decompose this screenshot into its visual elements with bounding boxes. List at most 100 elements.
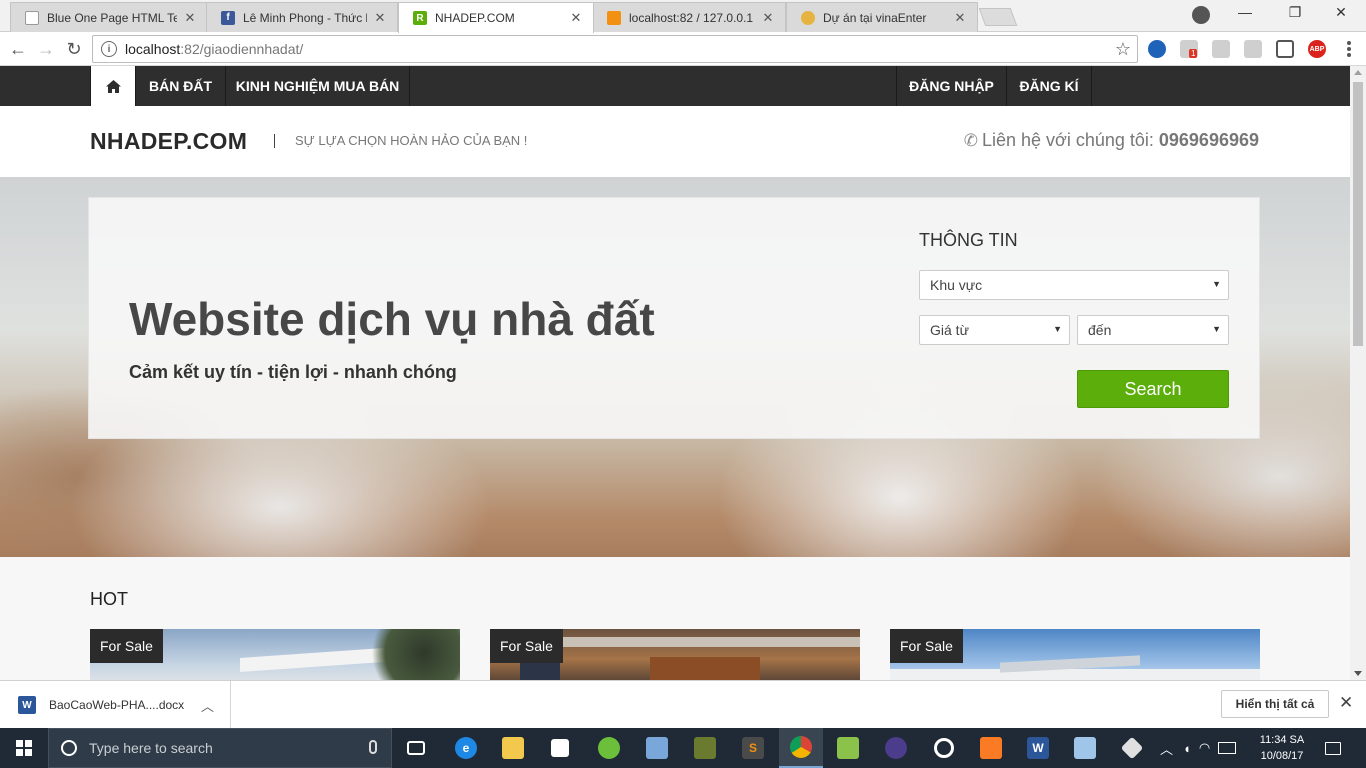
taskbar-search-box[interactable]: Type here to search xyxy=(48,728,392,768)
minimize-button[interactable]: — xyxy=(1222,4,1268,20)
nav-item-login[interactable]: ĐĂNG NHẬP xyxy=(896,66,1007,106)
task-view-icon[interactable] xyxy=(394,728,438,768)
nav-item-register[interactable]: ĐĂNG KÍ xyxy=(1007,66,1092,106)
pdf-extension-icon[interactable] xyxy=(1244,40,1262,58)
taskbar-search-placeholder: Type here to search xyxy=(89,740,213,756)
page-scrollbar[interactable] xyxy=(1350,66,1366,680)
tab-title: NHADEP.COM xyxy=(435,11,515,25)
chevron-up-icon[interactable]: ︿ xyxy=(201,696,214,715)
browser-tab[interactable]: f Lê Minh Phong - Thức kh ✕ xyxy=(206,2,398,32)
property-card[interactable]: For Sale xyxy=(490,629,860,680)
phone-icon: ✆ xyxy=(963,130,978,150)
nav-home[interactable] xyxy=(90,66,136,106)
tab-title: localhost:82 / 127.0.0.1 / xyxy=(629,10,755,25)
price-from-select[interactable]: Giá từ ▼ xyxy=(919,315,1070,345)
forward-button[interactable]: → xyxy=(34,37,58,61)
download-item[interactable]: W BaoCaoWeb-PHA....docx ︿ xyxy=(0,681,231,729)
browser-tab-strip: Blue One Page HTML Ten ✕ f Lê Minh Phong… xyxy=(0,0,1366,33)
scrollbar-thumb[interactable] xyxy=(1353,82,1363,346)
show-all-downloads-button[interactable]: Hiển thị tất cả xyxy=(1221,690,1329,718)
close-download-shelf-button[interactable]: ✕ xyxy=(1339,693,1353,713)
document-icon xyxy=(25,10,39,25)
puzzle-extension-icon[interactable]: 1 xyxy=(1180,40,1198,58)
home-icon xyxy=(105,79,121,93)
contact-info: ✆ Liên hệ với chúng tôi: 0969696969 xyxy=(964,130,1259,151)
microphone-icon[interactable] xyxy=(369,740,377,754)
windows-taskbar: Type here to search e S W ︿ ◖ ◠ 11:34 SA… xyxy=(0,728,1366,768)
tools-icon[interactable] xyxy=(683,728,727,768)
search-panel-title: THÔNG TIN xyxy=(919,230,1018,250)
browser-tab[interactable]: Blue One Page HTML Ten ✕ xyxy=(10,2,208,32)
adblock-plus-icon[interactable]: ABP xyxy=(1308,40,1326,58)
menu-icon[interactable] xyxy=(1340,40,1358,58)
close-icon[interactable]: ✕ xyxy=(183,10,197,26)
profile-icon[interactable] xyxy=(1192,6,1210,24)
action-center-button[interactable] xyxy=(1318,737,1348,759)
obs-icon[interactable] xyxy=(922,728,966,768)
hot-section-title: HOT xyxy=(90,589,128,609)
start-button[interactable] xyxy=(0,728,48,768)
for-sale-badge: For Sale xyxy=(90,629,163,663)
green-app-icon[interactable] xyxy=(587,728,631,768)
file-explorer-icon[interactable] xyxy=(491,728,535,768)
chevron-up-icon[interactable]: ︿ xyxy=(1160,739,1173,758)
info-icon[interactable]: i xyxy=(101,41,117,57)
address-bar[interactable]: i localhost:82/giaodiennhadat/ ☆ xyxy=(92,35,1138,63)
price-to-select[interactable]: đến ▼ xyxy=(1077,315,1229,345)
restore-button[interactable]: ❐ xyxy=(1272,4,1318,21)
nav-item-kinh-nghiem[interactable]: KINH NGHIỆM MUA BÁN xyxy=(226,66,410,106)
taskbar-clock[interactable]: 11:34 SA 10/08/17 xyxy=(1253,732,1311,764)
scroll-down-icon[interactable] xyxy=(1354,671,1362,676)
browser-tab-active[interactable]: R NHADEP.COM ✕ xyxy=(398,2,594,33)
url-host: localhost xyxy=(125,41,181,57)
input-method-icon[interactable] xyxy=(1218,742,1237,754)
hero-box: Website dịch vụ nhà đất Cảm kết uy tín -… xyxy=(88,197,1260,439)
site-logo[interactable]: NHADEP.COM xyxy=(90,128,247,155)
close-icon[interactable]: ✕ xyxy=(761,10,775,26)
close-icon[interactable]: ✕ xyxy=(953,10,967,26)
for-sale-badge: For Sale xyxy=(490,629,563,663)
paint-icon[interactable] xyxy=(1063,728,1107,768)
cast-icon[interactable] xyxy=(1276,40,1294,58)
window-close-button[interactable]: ✕ xyxy=(1318,4,1364,21)
notepad-icon[interactable] xyxy=(826,728,870,768)
sublime-text-icon[interactable]: S xyxy=(731,728,775,768)
search-button[interactable]: Search xyxy=(1077,370,1229,408)
area-select-value: Khu vực xyxy=(930,277,983,293)
eclipse-icon[interactable] xyxy=(874,728,918,768)
site-tagline: SỰ LỰA CHỌN HOÀN HẢO CỦA BẠN ! xyxy=(295,133,528,148)
volume-icon[interactable]: ◖ xyxy=(1183,741,1191,756)
store-icon[interactable] xyxy=(538,728,582,768)
edge-icon[interactable]: e xyxy=(444,728,488,768)
close-icon[interactable]: ✕ xyxy=(569,10,583,26)
chrome-icon[interactable] xyxy=(779,728,823,768)
browser-tab[interactable]: localhost:82 / 127.0.0.1 / ✕ xyxy=(592,2,786,32)
url-path: :82/giaodiennhadat/ xyxy=(180,41,304,57)
word-document-icon: W xyxy=(18,696,36,714)
xampp-icon[interactable] xyxy=(969,728,1013,768)
close-icon[interactable]: ✕ xyxy=(373,10,387,26)
new-tab-button[interactable] xyxy=(978,8,1018,26)
windows-logo-icon xyxy=(16,740,32,756)
tab-title: Dự án tại vinaEnter xyxy=(823,10,927,25)
cortana-icon xyxy=(61,740,77,756)
scroll-up-icon[interactable] xyxy=(1354,70,1362,75)
price-to-value: đến xyxy=(1088,322,1112,338)
nav-item-ban-dat[interactable]: BÁN ĐẤT xyxy=(136,66,226,106)
price-from-value: Giá từ xyxy=(930,322,969,338)
property-card[interactable]: For Sale xyxy=(90,629,460,680)
bookmark-star-icon[interactable]: ☆ xyxy=(1115,39,1131,60)
reload-button[interactable]: ↻ xyxy=(62,37,86,61)
word-icon[interactable]: W xyxy=(1016,728,1060,768)
r-logo-icon: R xyxy=(413,11,427,25)
git-icon[interactable] xyxy=(1110,728,1154,768)
wifi-icon[interactable]: ◠ xyxy=(1199,740,1210,756)
caret-down-icon: ▼ xyxy=(1212,324,1221,334)
property-card[interactable]: For Sale xyxy=(890,629,1260,680)
area-select[interactable]: Khu vực ▼ xyxy=(919,270,1229,300)
globe-extension-icon[interactable] xyxy=(1148,40,1166,58)
virtualbox-icon[interactable] xyxy=(635,728,679,768)
camera-extension-icon[interactable] xyxy=(1212,40,1230,58)
browser-tab[interactable]: Dự án tại vinaEnter ✕ xyxy=(786,2,978,32)
back-button[interactable]: ← xyxy=(6,37,30,61)
